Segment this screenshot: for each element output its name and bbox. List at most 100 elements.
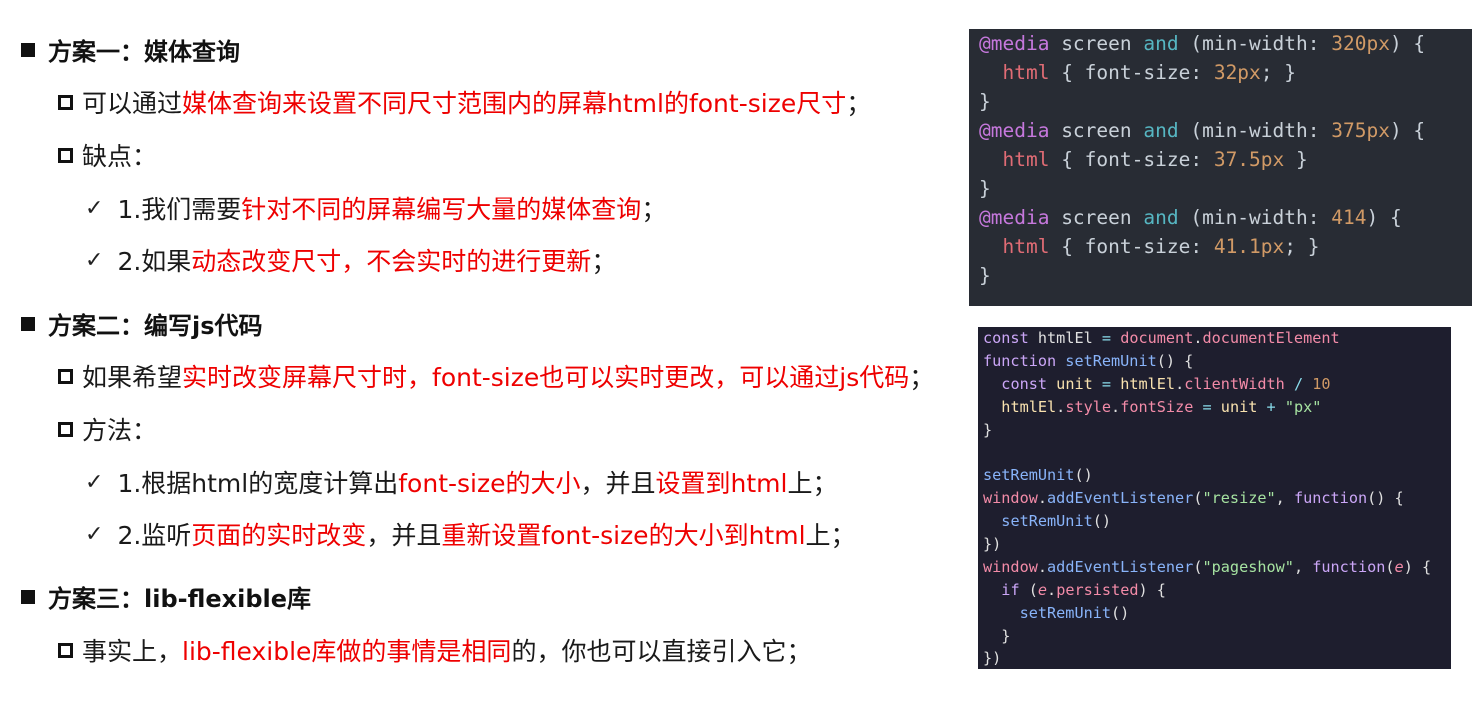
code-line: setRemUnit() xyxy=(978,510,1451,533)
highlight-text: 页面的实时改变 xyxy=(191,521,367,550)
code-token: { font-size: xyxy=(1049,148,1214,171)
code-token: } xyxy=(979,264,991,287)
code-token: htmlEl xyxy=(1001,397,1057,416)
text-segment: 1.根据html的宽度计算出 xyxy=(117,469,399,498)
code-token: , xyxy=(1275,489,1294,508)
highlight-text: 针对不同的屏幕编写大量的媒体查询 xyxy=(241,195,642,224)
checkmark-icon: ✓ xyxy=(85,469,104,495)
code-line: } xyxy=(969,87,1472,116)
code-line: } xyxy=(969,174,1472,203)
code-token: . xyxy=(1193,329,1203,347)
code-token: . xyxy=(1037,557,1048,576)
hollow-square-bullet-icon xyxy=(58,421,73,437)
slide-text: 方案一：媒体查询 可以通过媒体查询来设置不同尺寸范围内的屏幕html的font-… xyxy=(0,0,960,702)
text-segment: 的，你也可以直接引入它； xyxy=(511,637,812,666)
bullet-item: 缺点： xyxy=(58,137,157,173)
text-segment: 2.如果 xyxy=(117,247,192,276)
code-token: addEventListener xyxy=(1047,489,1194,508)
code-token: htmlEl xyxy=(1037,329,1093,347)
code-line: const unit = htmlEl.clientWidth / 10 xyxy=(978,373,1451,396)
code-token: const xyxy=(983,329,1038,347)
code-token: ( xyxy=(1193,489,1203,508)
css-media-query-code-block: @media screen and (min-width: 320px) { h… xyxy=(969,29,1472,306)
code-token: } xyxy=(1284,148,1308,171)
code-token: () xyxy=(1111,603,1130,622)
bullet-text: 事实上，lib-flexible库做的事情是相同的，你也可以直接引入它； xyxy=(82,632,811,668)
code-token: () xyxy=(1074,466,1093,485)
highlight-text: 实时改变屏幕尺寸时，font-size也可以实时更改，可以通过js代码 xyxy=(182,363,910,392)
text-segment: 缺点： xyxy=(82,142,158,171)
code-line: @media screen and (min-width: 375px) { xyxy=(969,116,1472,145)
highlight-text: 重新设置font-size的大小到html xyxy=(441,521,806,550)
code-line: } xyxy=(978,419,1451,442)
code-token: screen xyxy=(1049,206,1144,229)
text-segment: 可以通过 xyxy=(82,89,183,118)
highlight-text: 动态改变尺寸，不会实时的进行更新 xyxy=(191,247,592,276)
check-item: ✓ 2.如果动态改变尺寸，不会实时的进行更新； xyxy=(85,242,616,278)
code-line: window.addEventListener("resize", functi… xyxy=(978,487,1451,510)
text-segment: 如果希望 xyxy=(82,363,183,392)
code-token: and xyxy=(1143,206,1179,229)
code-line: html { font-size: 41.1px; } xyxy=(969,232,1472,261)
code-line: @media screen and (min-width: 414) { xyxy=(969,203,1472,232)
code-token: }) xyxy=(983,649,1002,668)
bullet-item: 方法： xyxy=(58,411,157,447)
code-token: addEventListener xyxy=(1047,557,1194,576)
code-token: } xyxy=(979,177,991,200)
square-bullet-icon xyxy=(21,42,35,57)
code-token: 37.5px xyxy=(1213,148,1285,171)
checkmark-icon: ✓ xyxy=(85,195,104,221)
hollow-square-bullet-icon xyxy=(58,368,73,384)
bullet-text: 可以通过媒体查询来设置不同尺寸范围内的屏幕html的font-size尺寸； xyxy=(82,84,871,120)
code-token: ) { xyxy=(1138,580,1166,599)
section-heading: 方案一：媒体查询 xyxy=(21,32,240,67)
code-token: ; } xyxy=(1284,235,1320,258)
code-line: } xyxy=(978,625,1451,648)
code-token: . xyxy=(1047,580,1057,599)
highlight-text: 设置到html xyxy=(655,469,788,498)
code-token: (min-width: xyxy=(1178,119,1332,142)
code-token: . xyxy=(1037,489,1048,508)
code-token: 320px xyxy=(1331,32,1390,55)
code-token: @media xyxy=(979,32,1050,55)
code-token: setRemUnit xyxy=(1065,351,1157,370)
code-token: = xyxy=(1092,374,1121,393)
code-token: @media xyxy=(979,119,1050,142)
code-token: 41.1px xyxy=(1213,235,1285,258)
code-token: ( xyxy=(1028,580,1038,599)
code-token: }) xyxy=(983,535,1002,554)
code-line: @media screen and (min-width: 320px) { xyxy=(969,29,1472,58)
bullet-text: 方法： xyxy=(82,411,157,447)
code-line: function setRemUnit() { xyxy=(978,350,1451,373)
check-text: 2.监听页面的实时改变，并且重新设置font-size的大小到html上； xyxy=(117,516,855,552)
check-text: 1.我们需要针对不同的屏幕编写大量的媒体查询； xyxy=(117,190,666,226)
code-token: function xyxy=(983,351,1066,370)
code-line: html { font-size: 32px; } xyxy=(969,58,1472,87)
code-token: "px" xyxy=(1284,397,1322,416)
text-segment: 2.监听 xyxy=(117,521,192,550)
code-token: } xyxy=(983,626,1011,645)
bullet-text: 如果希望实时改变屏幕尺寸时，font-size也可以实时更改，可以通过js代码； xyxy=(82,358,934,394)
code-token: ) { xyxy=(1389,119,1426,142)
code-token: + xyxy=(1257,397,1285,416)
code-token: ( xyxy=(1385,557,1395,576)
code-token: ) { xyxy=(1389,32,1426,55)
text-segment: 上； xyxy=(805,521,856,550)
code-token: screen xyxy=(1049,119,1144,142)
square-bullet-icon xyxy=(21,589,35,604)
check-item: ✓ 2.监听页面的实时改变，并且重新设置font-size的大小到html上； xyxy=(85,516,856,552)
code-token: . xyxy=(1175,374,1185,393)
highlight-text: 媒体查询来设置不同尺寸范围内的屏幕html的font-size尺寸 xyxy=(182,89,847,118)
code-token: = xyxy=(1193,397,1221,416)
code-token: and xyxy=(1143,119,1179,142)
code-token: fontSize xyxy=(1120,397,1194,416)
section-heading: 方案三：lib-flexible库 xyxy=(21,579,311,614)
